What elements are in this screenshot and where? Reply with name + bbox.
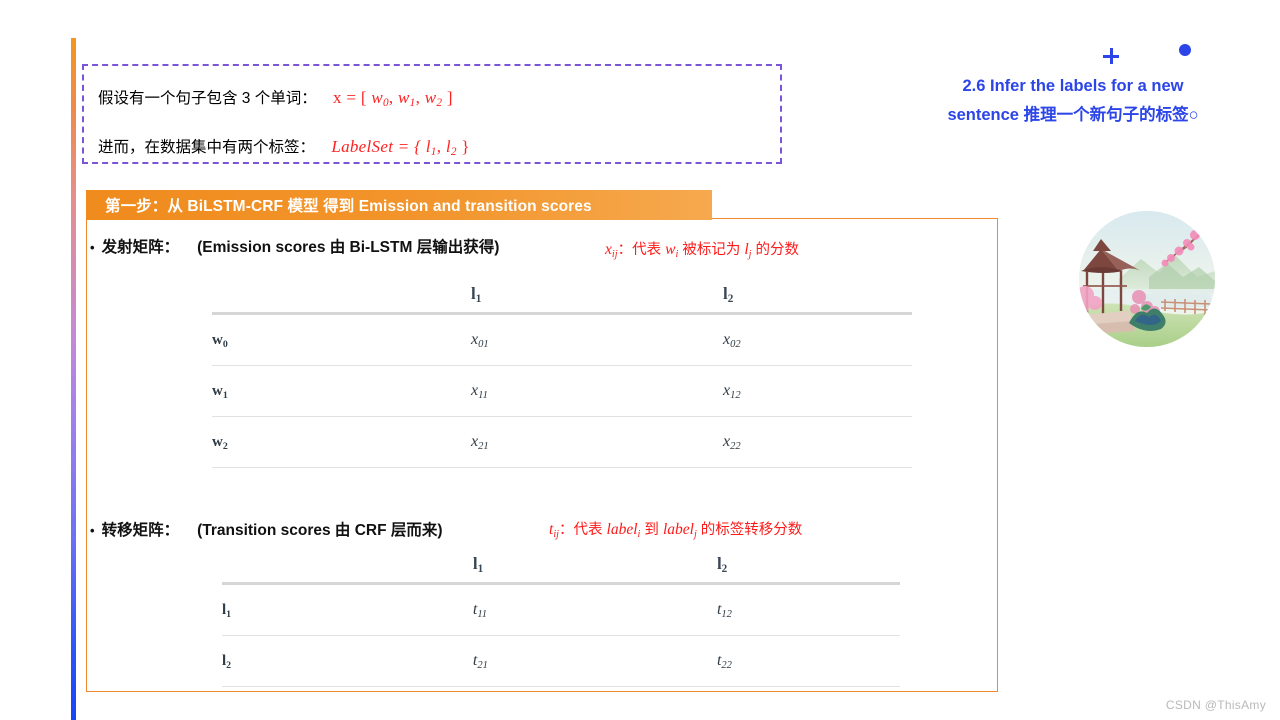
transition-label: 转移矩阵：	[101, 522, 180, 539]
page-title-line-1: 2.6 Infer the labels for a new	[962, 77, 1184, 95]
premise-box: 假设有一个句子包含 3 个单词： x = [ w0, w1, w2 ] 进而，在…	[82, 64, 782, 164]
premise-line-1: 假设有一个句子包含 3 个单词： x = [ w0, w1, w2 ]	[98, 86, 453, 109]
emission-cell-x12: x12	[723, 381, 741, 401]
page-title-line-2: sentence 推理一个新句子的标签○	[947, 106, 1199, 124]
step-header-banner: 第一步：从 BiLSTM-CRF 模型 得到 Emission and tran…	[86, 190, 712, 220]
emission-row-label-w0: w0	[212, 331, 228, 350]
transition-bullet-row: • 转移矩阵： (Transition scores 由 CRF 层而来)	[90, 518, 443, 540]
transition-cell-t21: t21	[472, 651, 488, 671]
transition-cell-t11: t11	[472, 600, 488, 620]
table-row: l2 t21 t22	[222, 636, 900, 687]
emission-column-header-l2: l2	[723, 284, 734, 306]
premise-line-2-text: 进而，在数据集中有两个标签：	[98, 139, 316, 156]
emission-table-head: l1 l2	[212, 278, 912, 314]
emission-column-header-l1: l1	[471, 284, 482, 306]
emission-scores-table: l1 l2 w0 x01 x02 w1 x11 x12 w2 x21 x22	[212, 278, 912, 468]
emission-row-label-w1: w1	[212, 382, 228, 401]
transition-scores-table: l1 l2 l1 t11 t12 l2 t21 t22	[222, 548, 900, 687]
bullet-dot-icon: •	[90, 523, 95, 538]
transition-column-header-l2: l2	[716, 554, 728, 576]
emission-cell-x21: x21	[471, 432, 489, 452]
emission-bullet-row: • 发射矩阵： (Emission scores 由 Bi-LSTM 层输出获得…	[90, 235, 499, 257]
transition-paren-note: (Transition scores 由 CRF 层而来)	[197, 522, 443, 539]
emission-label: 发射矩阵：	[101, 239, 180, 256]
premise-line-2: 进而，在数据集中有两个标签： LabelSet = { l1, l2 }	[98, 135, 470, 158]
table-row: w1 x11 x12	[212, 366, 912, 417]
premise-line-2-formula: LabelSet = { l1, l2 }	[331, 137, 470, 159]
emission-cell-x02: x02	[723, 330, 741, 350]
emission-cell-x22: x22	[723, 432, 741, 452]
pavilion-landscape-icon	[1079, 211, 1215, 347]
plus-marker-icon	[1103, 48, 1119, 64]
table-row: w2 x21 x22	[212, 417, 912, 468]
table-row: w0 x01 x02	[212, 314, 912, 366]
premise-line-1-text: 假设有一个句子包含 3 个单词：	[98, 90, 317, 107]
dot-marker-icon	[1179, 44, 1191, 56]
transition-row-label-l2: l2	[222, 652, 232, 671]
emission-paren-note: (Emission scores 由 Bi-LSTM 层输出获得)	[197, 239, 500, 256]
transition-row-label-l1: l1	[222, 601, 232, 620]
emission-header-row: l1 l2	[212, 278, 912, 314]
emission-cell-x11: x11	[471, 381, 488, 401]
bullet-dot-icon: •	[90, 240, 95, 255]
transition-column-header-l1: l1	[472, 554, 484, 576]
emission-row-label-w2: w2	[212, 433, 228, 452]
emission-cell-x01: x01	[471, 330, 489, 350]
emission-table-body: w0 x01 x02 w1 x11 x12 w2 x21 x22	[212, 314, 912, 468]
transition-table-head: l1 l2	[222, 548, 900, 584]
page-title: 2.6 Infer the labels for a new sentence …	[918, 72, 1228, 130]
decorative-illustration	[1079, 211, 1215, 347]
emission-annotation: xij：代表 wi 被标记为 lj 的分数	[605, 241, 800, 260]
step-header-label: 第一步：从 BiLSTM-CRF 模型 得到 Emission and tran…	[105, 198, 592, 215]
emission-corner-header	[212, 278, 471, 314]
transition-table-body: l1 t11 t12 l2 t21 t22	[222, 584, 900, 687]
transition-annotation: tij：代表 labeli 到 labelj 的标签转移分数	[549, 521, 803, 540]
transition-corner-header	[222, 548, 473, 584]
transition-cell-t22: t22	[716, 651, 732, 671]
transition-header-row: l1 l2	[222, 548, 900, 584]
watermark-text: CSDN @ThisAmy	[1165, 698, 1266, 712]
transition-cell-t12: t12	[716, 600, 732, 620]
table-row: l1 t11 t12	[222, 584, 900, 636]
premise-line-1-formula: x = [ w0, w1, w2 ]	[333, 88, 453, 110]
left-accent-rail	[71, 38, 76, 720]
